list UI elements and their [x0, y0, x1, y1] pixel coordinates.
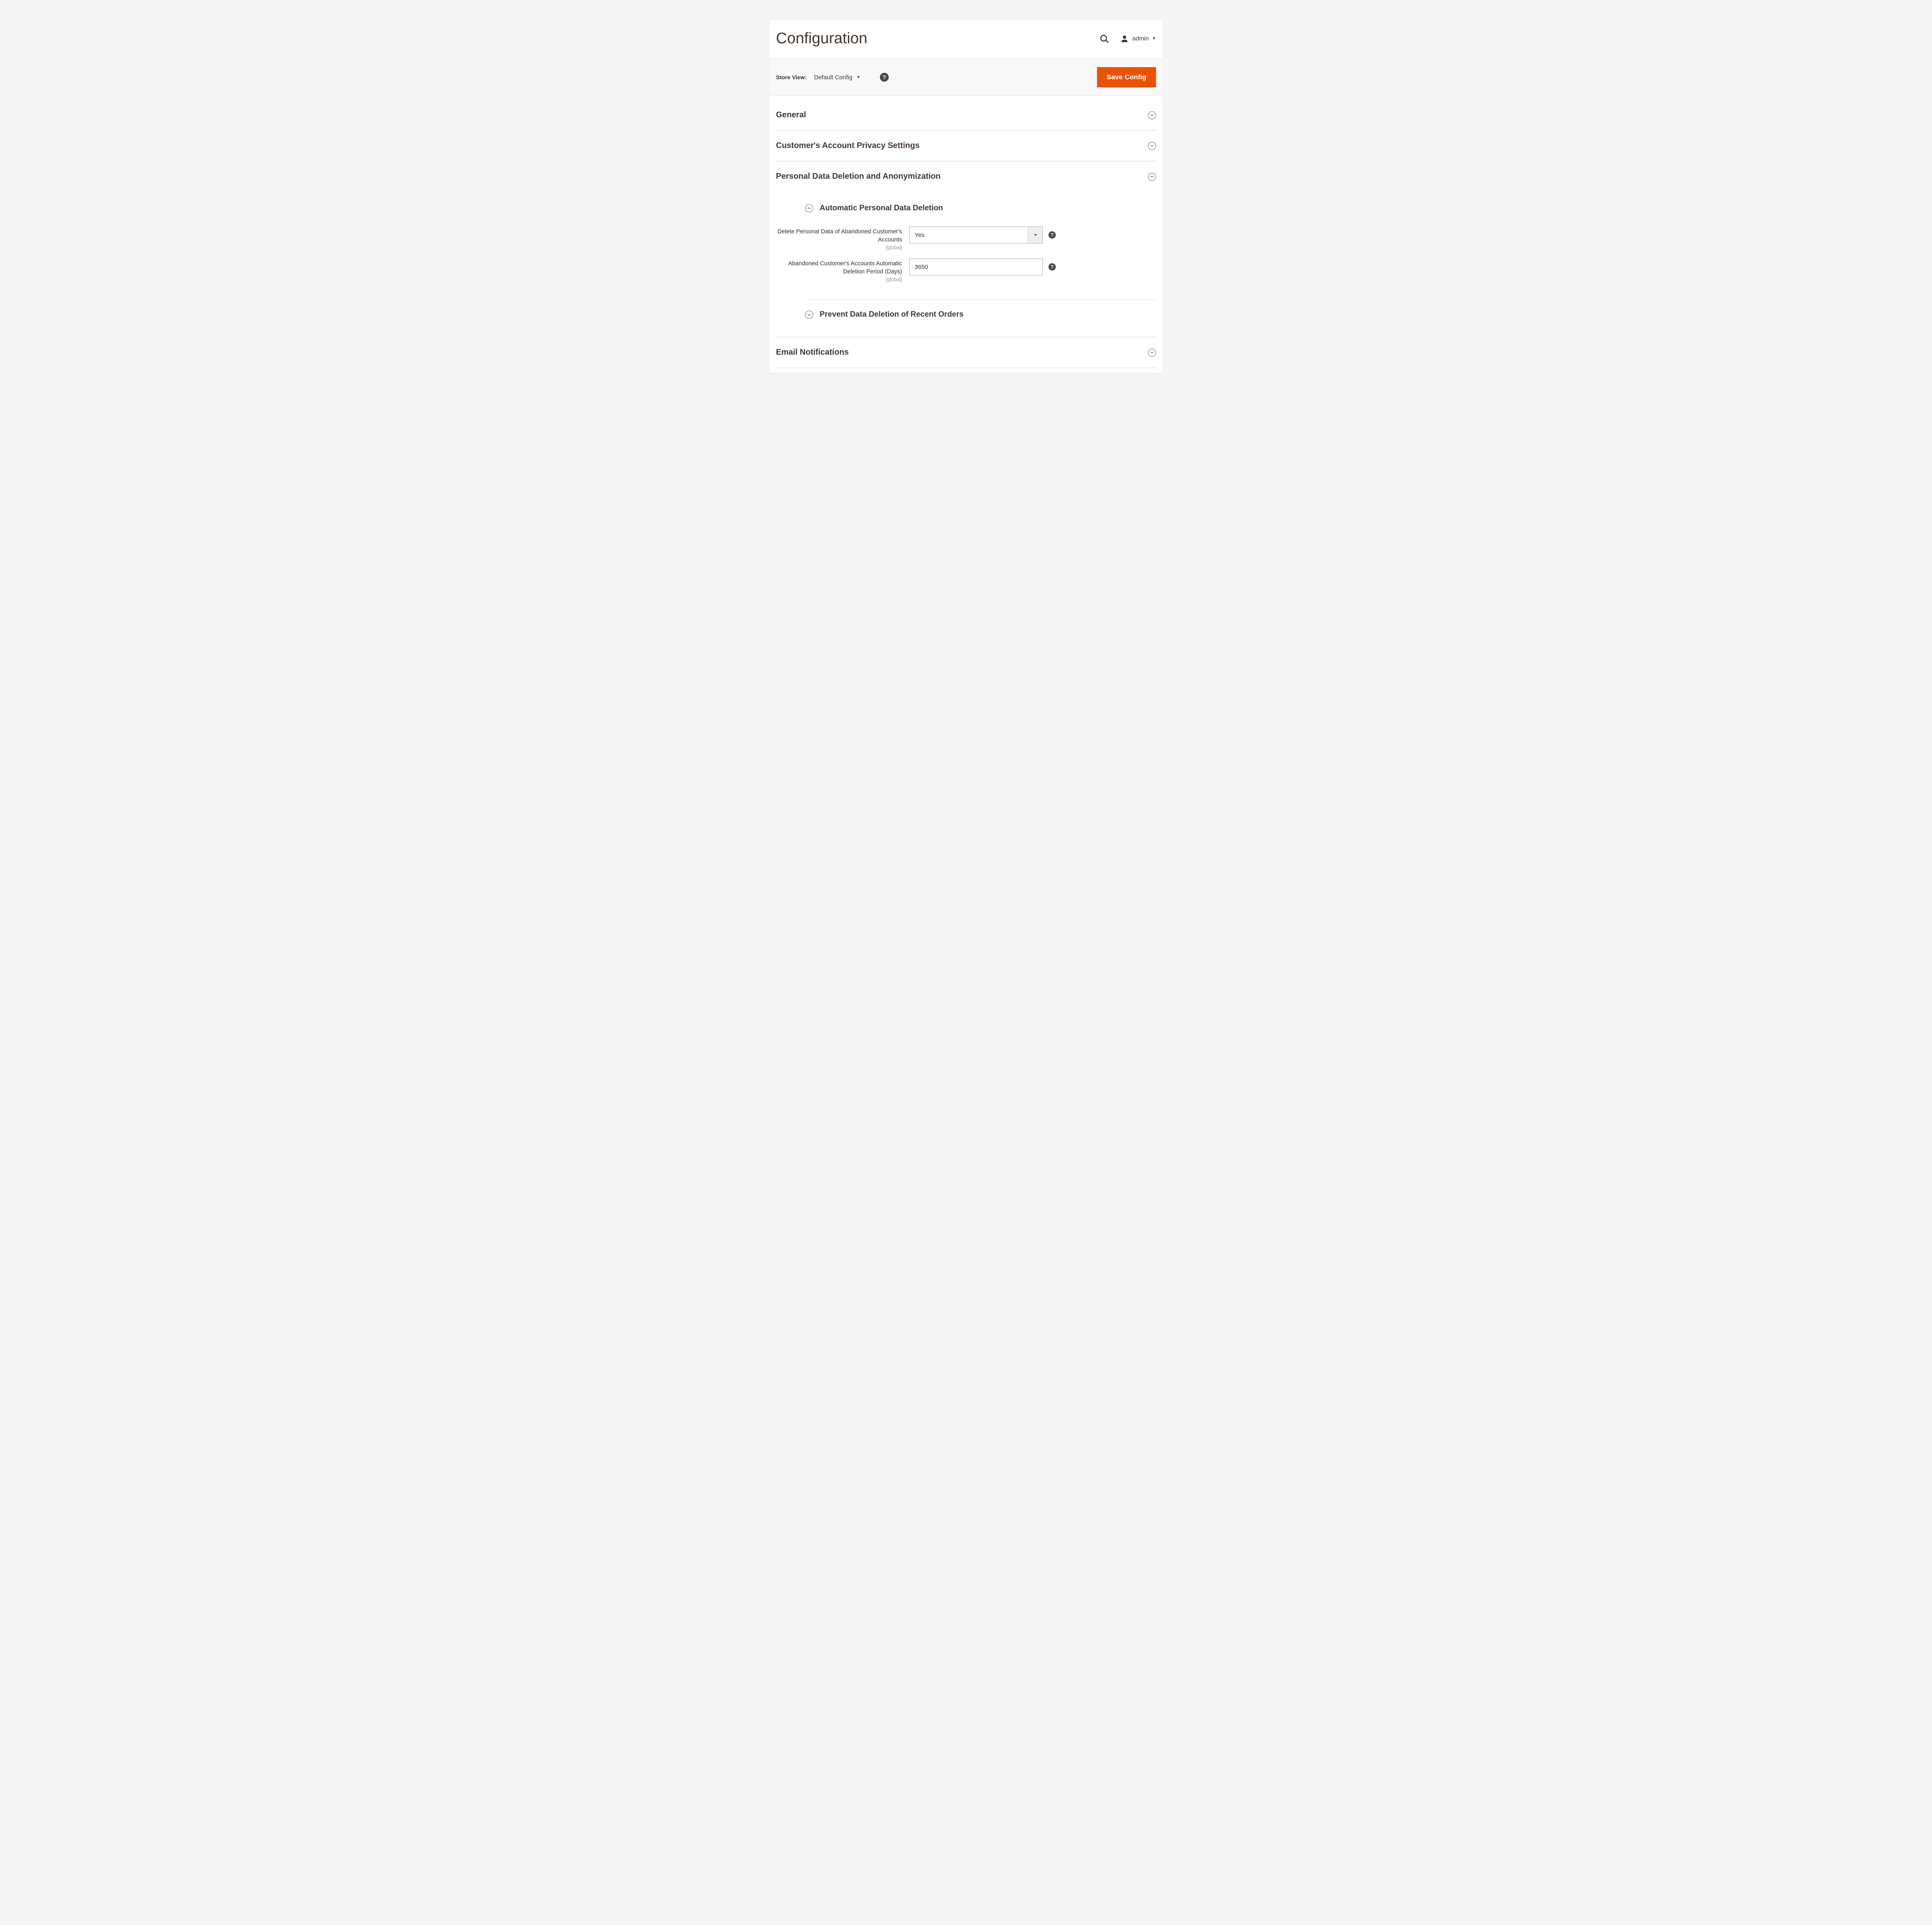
field-control: Yes ? — [909, 226, 1056, 243]
config-panel: Configuration admin ▼ Store View: Defaul… — [769, 20, 1163, 373]
section-email[interactable]: Email Notifications — [776, 337, 1156, 368]
save-config-button[interactable]: Save Config — [1097, 67, 1156, 87]
user-menu[interactable]: admin ▼ — [1120, 34, 1156, 43]
chevron-down-icon — [805, 311, 813, 319]
field-scope: [global] — [776, 245, 902, 250]
section-title: Email Notifications — [776, 348, 849, 357]
field-label: Delete Personal Data of Abandoned Custom… — [776, 228, 902, 244]
field-delete-abandoned: Delete Personal Data of Abandoned Custom… — [776, 224, 1156, 256]
search-icon[interactable] — [1099, 34, 1110, 44]
caret-down-icon: ▼ — [856, 75, 860, 80]
input-deletion-period[interactable] — [909, 258, 1043, 275]
field-label-col: Delete Personal Data of Abandoned Custom… — [776, 226, 909, 250]
field-scope: [global] — [776, 277, 902, 282]
chevron-up-icon — [1148, 173, 1156, 181]
field-deletion-period: Abandoned Customer's Accounts Automatic … — [776, 256, 1156, 288]
subsection-title: Prevent Data Deletion of Recent Orders — [820, 310, 964, 319]
chevron-down-icon — [1148, 142, 1156, 150]
scope-group: Store View: Default Config ▼ ? — [776, 73, 889, 82]
section-deletion-body: Automatic Personal Data Deletion Delete … — [776, 192, 1156, 337]
subsection-auto-deletion[interactable]: Automatic Personal Data Deletion — [776, 192, 1156, 220]
header-actions: admin ▼ — [1099, 34, 1156, 44]
person-icon — [1120, 34, 1129, 43]
section-title: General — [776, 110, 806, 120]
field-label-col: Abandoned Customer's Accounts Automatic … — [776, 258, 909, 282]
field-label: Abandoned Customer's Accounts Automatic … — [776, 260, 902, 276]
page-header: Configuration admin ▼ — [769, 20, 1163, 59]
chevron-up-icon — [805, 204, 813, 212]
select-delete-abandoned[interactable]: Yes — [909, 226, 1043, 243]
help-icon[interactable]: ? — [1048, 231, 1056, 239]
field-control: ? — [909, 258, 1056, 275]
scope-label: Store View: — [776, 74, 807, 80]
section-title: Customer's Account Privacy Settings — [776, 141, 919, 150]
sections: General Customer's Account Privacy Setti… — [769, 96, 1163, 373]
subsection-prevent-deletion[interactable]: Prevent Data Deletion of Recent Orders — [776, 300, 1156, 333]
select-arrow — [1028, 227, 1042, 243]
help-icon[interactable]: ? — [880, 73, 889, 82]
auto-deletion-fields: Delete Personal Data of Abandoned Custom… — [776, 220, 1156, 296]
user-name: admin — [1132, 35, 1149, 42]
chevron-down-icon — [1148, 111, 1156, 119]
subsection-title: Automatic Personal Data Deletion — [820, 204, 943, 213]
caret-down-icon: ▼ — [1152, 36, 1156, 41]
chevron-down-icon — [1148, 349, 1156, 357]
section-privacy[interactable]: Customer's Account Privacy Settings — [776, 131, 1156, 161]
section-deletion[interactable]: Personal Data Deletion and Anonymization — [776, 161, 1156, 192]
scope-select[interactable]: Default Config ▼ — [814, 74, 860, 81]
scope-value: Default Config — [814, 74, 852, 81]
section-title: Personal Data Deletion and Anonymization — [776, 172, 941, 181]
help-icon[interactable]: ? — [1048, 263, 1056, 271]
toolbar: Store View: Default Config ▼ ? Save Conf… — [769, 59, 1163, 96]
section-general[interactable]: General — [776, 98, 1156, 131]
page-title: Configuration — [776, 30, 867, 47]
select-value: Yes — [910, 227, 1028, 243]
